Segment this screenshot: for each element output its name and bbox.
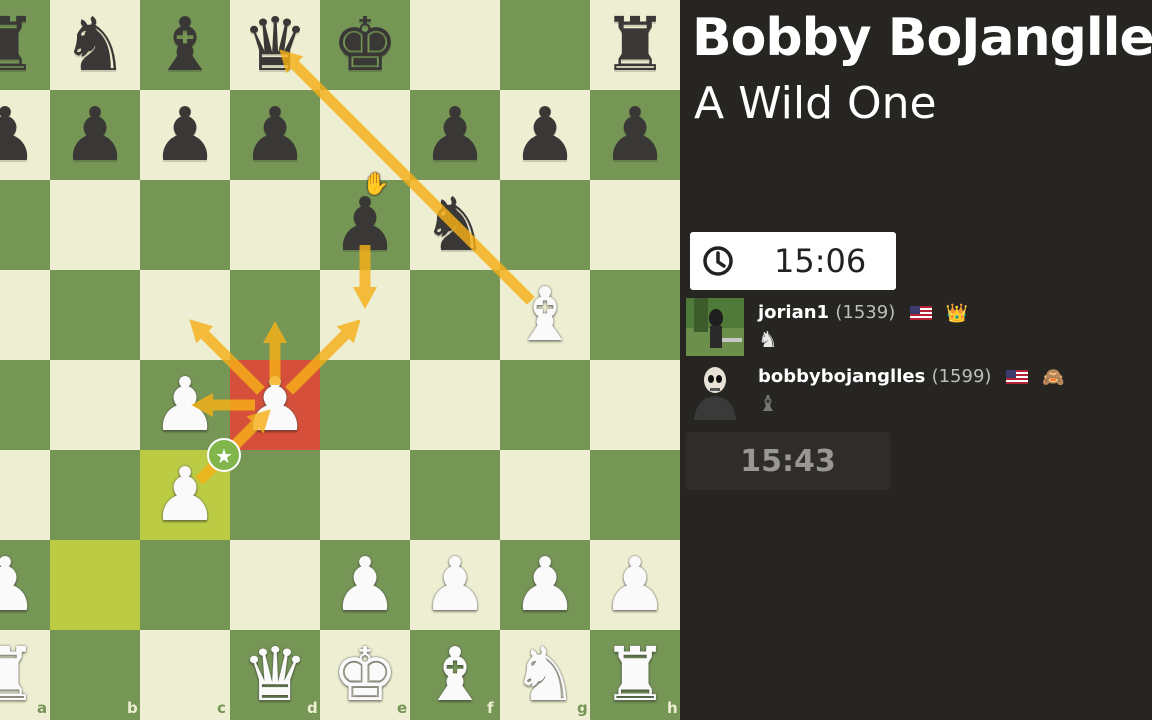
video-title: Bobby BoJanglles: [692, 8, 1152, 68]
piece-f1[interactable]: ♝: [410, 630, 500, 720]
file-label-c: c: [217, 699, 226, 717]
captured-pieces: ♞: [758, 328, 778, 353]
piece-a8[interactable]: ♜: [0, 0, 50, 90]
square-h6[interactable]: [590, 180, 680, 270]
square-d3[interactable]: [230, 450, 320, 540]
square-e5[interactable]: [320, 270, 410, 360]
player-name[interactable]: jorian1: [758, 302, 829, 323]
piece-e1[interactable]: ♚: [320, 630, 410, 720]
clock-icon: [703, 246, 733, 276]
player-clock: 15:43: [686, 432, 890, 490]
square-h3[interactable]: [590, 450, 680, 540]
square-f5[interactable]: [410, 270, 500, 360]
piece-c7[interactable]: ♟: [140, 90, 230, 180]
piece-a7[interactable]: ♟: [0, 90, 50, 180]
square-c6[interactable]: [140, 180, 230, 270]
piece-g1[interactable]: ♞: [500, 630, 590, 720]
square-a4[interactable]: [0, 360, 50, 450]
best-move-star-icon: ★: [207, 438, 241, 472]
square-g8[interactable]: [500, 0, 590, 90]
piece-f7[interactable]: ♟: [410, 90, 500, 180]
square-e4[interactable]: [320, 360, 410, 450]
us-flag-icon: [1005, 370, 1028, 384]
player-rating: (1599): [931, 366, 992, 387]
piece-e8[interactable]: ♚: [320, 0, 410, 90]
player-row-top: jorian1 (1539) 👑 ♞: [686, 298, 1146, 358]
piece-d1[interactable]: ♛: [230, 630, 320, 720]
square-c5[interactable]: [140, 270, 230, 360]
square-a6[interactable]: [0, 180, 50, 270]
piece-d8[interactable]: ♛: [230, 0, 320, 90]
square-h5[interactable]: [590, 270, 680, 360]
piece-f6[interactable]: ♞: [410, 180, 500, 270]
square-f8[interactable]: [410, 0, 500, 90]
file-label-b: b: [127, 699, 138, 717]
player-clock-time: 15:43: [740, 443, 836, 479]
player-row-bottom: bobbybojanglles (1599) 🙈 ♝: [686, 362, 1146, 422]
player-rating: (1539): [835, 302, 896, 323]
square-b5[interactable]: [50, 270, 140, 360]
piece-g7[interactable]: ♟: [500, 90, 590, 180]
avatar-badge-icon: 🙈: [1042, 366, 1065, 388]
piece-d4[interactable]: ♟: [230, 360, 320, 450]
video-subtitle: A Wild One: [694, 78, 937, 129]
piece-d7[interactable]: ♟: [230, 90, 320, 180]
piece-c8[interactable]: ♝: [140, 0, 230, 90]
piece-h8[interactable]: ♜: [590, 0, 680, 90]
piece-h7[interactable]: ♟: [590, 90, 680, 180]
square-e7[interactable]: [320, 90, 410, 180]
side-panel: Bobby BoJanglles A Wild One 15:06 jorian…: [680, 0, 1152, 720]
player-name[interactable]: bobbybojanglles: [758, 366, 925, 387]
chess-board[interactable]: a b c d e f g h ♜ ♞ ♝ ♛ ♚ ♜ ♟ ♟ ♟ ♟ ♟ ♟ ♟ ♟ ♞ ♝ ♟ ♟ ♟ ♟ ♟ ♟ ♟ ♟ ♜ ♛ ♚ ♝ ♞ ♜: [0, 0, 680, 720]
avatar: [686, 298, 744, 356]
avatar: [686, 362, 744, 420]
square-g3[interactable]: [500, 450, 590, 540]
opponent-clock-time: 15:06: [774, 242, 867, 280]
piece-g5[interactable]: ♝: [500, 270, 590, 360]
square-d2[interactable]: [230, 540, 320, 630]
square-e3[interactable]: [320, 450, 410, 540]
piece-b8[interactable]: ♞: [50, 0, 140, 90]
square-a5[interactable]: [0, 270, 50, 360]
hand-cursor-icon: ✋: [362, 172, 390, 197]
square-c2[interactable]: [140, 540, 230, 630]
square-g4[interactable]: [500, 360, 590, 450]
square-b6[interactable]: [50, 180, 140, 270]
piece-c4[interactable]: ♟: [140, 360, 230, 450]
piece-h2[interactable]: ♟: [590, 540, 680, 630]
piece-e2[interactable]: ♟: [320, 540, 410, 630]
square-b2[interactable]: [50, 540, 140, 630]
piece-h1[interactable]: ♜: [590, 630, 680, 720]
piece-g2[interactable]: ♟: [500, 540, 590, 630]
captured-pieces: ♝: [758, 392, 778, 417]
piece-a2[interactable]: ♟: [0, 540, 50, 630]
square-h4[interactable]: [590, 360, 680, 450]
crown-badge-icon: 👑: [945, 302, 969, 324]
piece-f2[interactable]: ♟: [410, 540, 500, 630]
opponent-clock: 15:06: [690, 232, 896, 290]
us-flag-icon: [909, 306, 932, 320]
square-b3[interactable]: [50, 450, 140, 540]
square-d6[interactable]: [230, 180, 320, 270]
piece-a1[interactable]: ♜: [0, 630, 50, 720]
square-d5[interactable]: [230, 270, 320, 360]
square-f3[interactable]: [410, 450, 500, 540]
square-a3[interactable]: [0, 450, 50, 540]
square-f4[interactable]: [410, 360, 500, 450]
square-b4[interactable]: [50, 360, 140, 450]
piece-b7[interactable]: ♟: [50, 90, 140, 180]
square-g6[interactable]: [500, 180, 590, 270]
